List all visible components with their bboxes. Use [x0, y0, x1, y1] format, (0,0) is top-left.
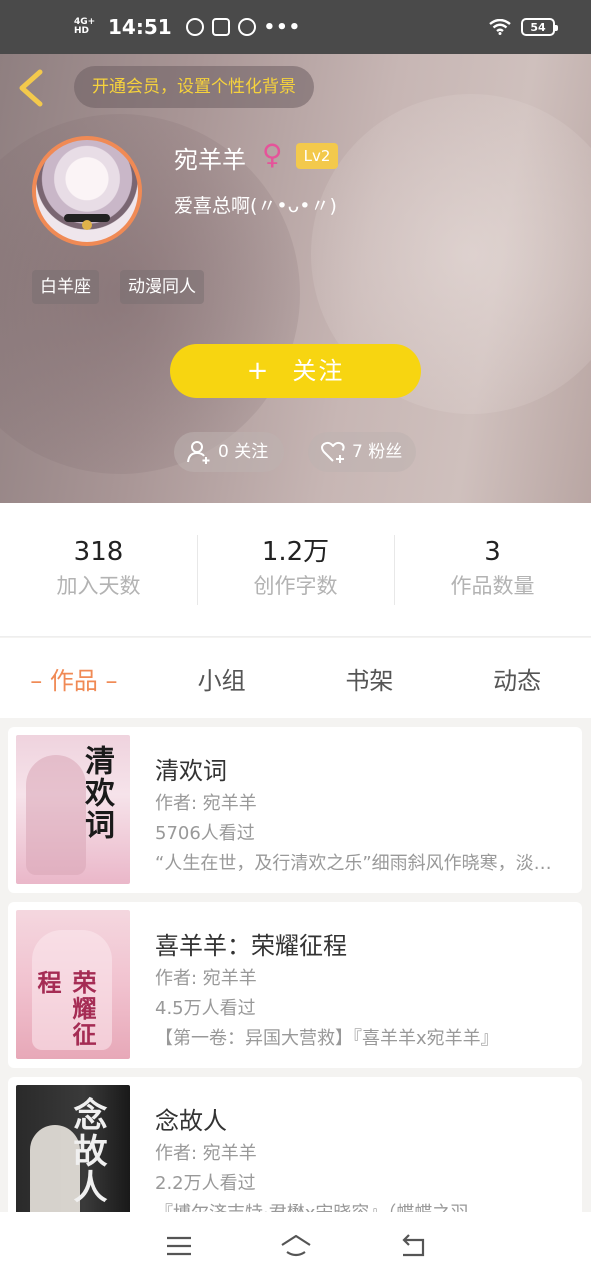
- book-views: 5706人看过: [155, 823, 255, 844]
- works-list: 清欢词 清欢词 作者: 宛羊羊 5706人看过 “人生在世，及行清欢之乐”细雨斜…: [0, 718, 591, 1212]
- avatar-bell: [82, 220, 92, 230]
- book-title: 喜羊羊：荣耀征程: [155, 932, 347, 960]
- stat-label: 加入天数: [56, 573, 141, 598]
- book-cover[interactable]: 念故人: [16, 1085, 130, 1212]
- book-description: 『博尔济吉特·君懋x宋晓容』（蝶蝶之羽: [155, 1199, 565, 1212]
- tag-category[interactable]: 动漫同人: [120, 270, 204, 304]
- fans-count: 7 粉丝: [352, 442, 403, 462]
- stat-value: 318: [73, 536, 124, 567]
- cover-title: 念故人: [67, 1097, 107, 1205]
- stats-row: 318 加入天数 1.2万 创作字数 3 作品数量: [0, 503, 591, 637]
- back-icon[interactable]: [395, 1231, 431, 1261]
- stat-works-count: 3 作品数量: [394, 534, 591, 605]
- cover-title: 荣耀征程: [33, 970, 97, 1048]
- stat-label: 创作字数: [253, 573, 338, 598]
- book-cover[interactable]: 清欢词: [16, 735, 130, 884]
- vip-background-banner[interactable]: 开通会员，设置个性化背景: [74, 66, 314, 108]
- network-indicator: 4G+ HD: [74, 17, 96, 36]
- book-author: 作者: 宛羊羊: [155, 793, 257, 814]
- tab-activity[interactable]: 动态: [443, 661, 591, 696]
- stat-days-joined: 318 加入天数: [0, 535, 197, 605]
- profile-tabs: – 作品 – 小组 书架 动态: [0, 638, 591, 718]
- more-notifications-icon: •••: [263, 16, 302, 38]
- back-arrow-icon[interactable]: [12, 66, 52, 110]
- stat-label: 作品数量: [450, 573, 535, 598]
- book-views: 2.2万人看过: [155, 1173, 256, 1194]
- status-time: 14:51: [108, 15, 172, 39]
- stat-value: 1.2万: [261, 536, 330, 567]
- tab-works[interactable]: – 作品 –: [0, 661, 148, 696]
- status-bar: 4G+ HD 14:51 ••• 54: [0, 0, 591, 54]
- tag-zodiac[interactable]: 白羊座: [32, 270, 99, 304]
- heart-plus-icon: [321, 441, 345, 463]
- tab-groups[interactable]: 小组: [148, 661, 296, 696]
- book-title: 清欢词: [155, 757, 227, 785]
- book-cover[interactable]: 荣耀征程: [16, 910, 130, 1059]
- profile-header: 开通会员，设置个性化背景 宛羊羊 ♀ Lv2 爱喜总啊(〃•ᴗ•〃) 白羊座 动…: [0, 54, 591, 503]
- battery-icon: 54: [521, 18, 558, 36]
- book-author: 作者: 宛羊羊: [155, 968, 257, 989]
- system-nav-bar: [0, 1212, 591, 1280]
- menu-icon[interactable]: [161, 1231, 197, 1261]
- following-count: 0 关注: [218, 442, 269, 462]
- wifi-icon: [489, 19, 511, 35]
- stat-value: 3: [484, 536, 501, 567]
- app-notification-icon-2: [211, 18, 230, 36]
- book-views: 4.5万人看过: [155, 998, 256, 1019]
- avatar[interactable]: [32, 136, 142, 246]
- add-person-icon: [187, 441, 210, 464]
- list-item[interactable]: 荣耀征程 喜羊羊：荣耀征程 作者: 宛羊羊 4.5万人看过 【第一卷：异国大营救…: [8, 902, 582, 1068]
- list-item[interactable]: 念故人 念故人 作者: 宛羊羊 2.2万人看过 『博尔济吉特·君懋x宋晓容』（蝶…: [8, 1077, 582, 1212]
- cover-title: 清欢词: [79, 745, 114, 841]
- book-title: 念故人: [155, 1107, 227, 1135]
- book-description: 【第一卷：异国大营救】『喜羊羊x宛羊羊』: [155, 1028, 499, 1049]
- tab-bookshelf[interactable]: 书架: [296, 661, 444, 696]
- username: 宛羊羊: [174, 146, 246, 174]
- following-count-button[interactable]: 0 关注: [174, 432, 284, 472]
- fans-count-button[interactable]: 7 粉丝: [308, 432, 416, 472]
- female-gender-icon: ♀: [262, 138, 283, 171]
- list-item[interactable]: 清欢词 清欢词 作者: 宛羊羊 5706人看过 “人生在世，及行清欢之乐”细雨斜…: [8, 727, 582, 893]
- compass-notification-icon: [237, 18, 256, 36]
- user-signature: 爱喜总啊(〃•ᴗ•〃): [174, 195, 337, 217]
- app-notification-icon: [185, 18, 204, 36]
- follow-button[interactable]: + 关注: [170, 344, 421, 398]
- follow-button-label: 关注: [292, 357, 345, 385]
- level-badge: Lv2: [296, 143, 338, 169]
- book-description: “人生在世，及行清欢之乐”细雨斜风作晓寒，淡烟疏柳媚晴滩: [155, 853, 565, 874]
- book-author: 作者: 宛羊羊: [155, 1143, 257, 1164]
- plus-icon: +: [246, 356, 271, 386]
- home-icon[interactable]: [278, 1231, 314, 1261]
- stat-word-count: 1.2万 创作字数: [197, 534, 394, 605]
